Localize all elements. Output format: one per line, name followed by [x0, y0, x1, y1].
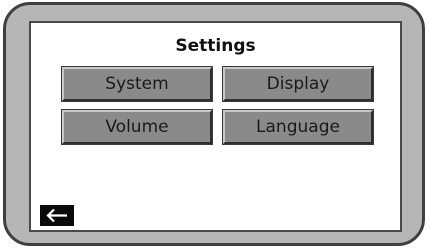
back-button[interactable]: [40, 205, 74, 226]
settings-screen: Settings System Display Volume Language: [29, 21, 402, 232]
display-button[interactable]: Display: [223, 67, 373, 101]
device-bezel: Settings System Display Volume Language: [3, 2, 425, 246]
volume-button[interactable]: Volume: [62, 110, 212, 144]
page-title: Settings: [175, 36, 256, 56]
system-button[interactable]: System: [62, 67, 212, 101]
language-button[interactable]: Language: [223, 110, 373, 144]
left-arrow-icon: [46, 208, 67, 223]
